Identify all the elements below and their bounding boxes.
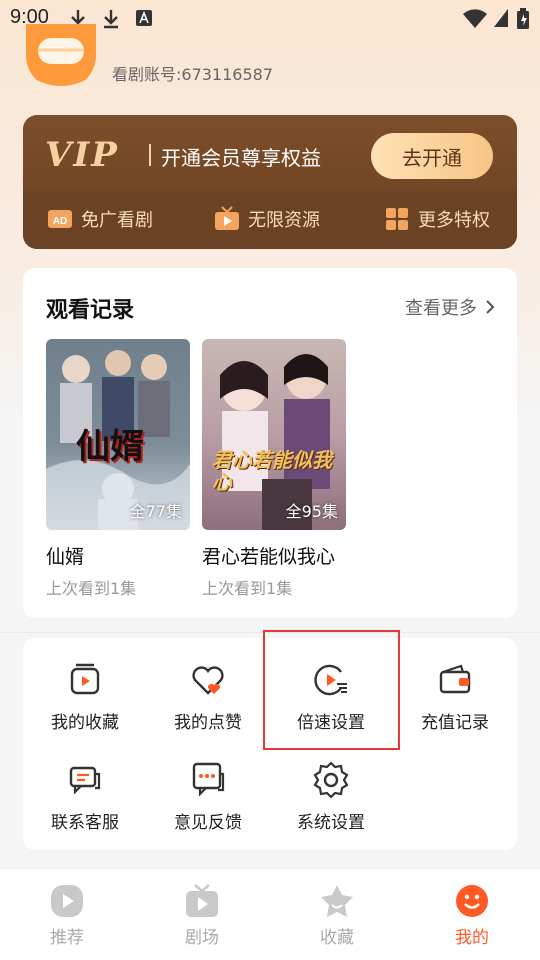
drama-poster[interactable]: 仙婿 全77集	[46, 339, 190, 530]
menu-label: 我的点赞	[174, 713, 242, 733]
star-icon	[321, 885, 353, 917]
favorites-icon	[70, 663, 100, 695]
nav-label: 我的	[455, 928, 489, 948]
nav-label: 收藏	[320, 928, 354, 948]
chevron-right-icon	[486, 300, 495, 314]
history-title: 观看记录	[46, 298, 135, 323]
menu-label: 系统设置	[297, 813, 365, 833]
tv-play-icon	[214, 206, 240, 232]
vip-perk-label: 免广看剧	[81, 210, 153, 231]
vip-perk-unlimited[interactable]: 无限资源	[214, 205, 320, 233]
history-more-link[interactable]: 查看更多	[405, 294, 495, 320]
menu-label: 意见反馈	[174, 813, 242, 833]
menu-customer-service[interactable]: 联系客服	[30, 760, 140, 833]
bottom-navigation: 推荐 剧场 收藏 我的	[0, 868, 540, 960]
avatar[interactable]	[26, 24, 96, 90]
episode-count: 全77集	[129, 502, 182, 521]
nav-label: 推荐	[50, 928, 84, 948]
svg-text:AD: AD	[53, 216, 67, 227]
drama-title: 仙婿	[46, 546, 85, 568]
vip-perk-ad-free[interactable]: AD 免广看剧	[47, 205, 153, 233]
menu-likes[interactable]: 我的点赞	[153, 660, 263, 733]
tv-icon	[186, 884, 218, 917]
vip-divider	[149, 144, 151, 166]
menu-feedback[interactable]: 意见反馈	[153, 760, 263, 833]
drama-progress: 上次看到1集	[46, 579, 137, 598]
signal-icon	[494, 9, 508, 27]
menu-favorites[interactable]: 我的收藏	[30, 660, 140, 733]
nav-tab-favorites[interactable]: 收藏	[292, 883, 382, 948]
drama-title: 君心若能似我心	[202, 546, 336, 568]
vip-logo: VIP	[45, 135, 119, 175]
account-id: 看剧账号:673116587	[112, 65, 274, 84]
drama-poster[interactable]: 君心若能似我心 全95集	[202, 339, 346, 530]
ad-free-icon: AD	[47, 206, 73, 232]
nav-label: 剧场	[185, 928, 219, 948]
smiley-icon	[456, 885, 488, 917]
settings-gear-icon	[313, 761, 349, 799]
grid-icon	[384, 206, 410, 232]
feedback-icon	[192, 762, 225, 797]
menu-label: 我的收藏	[51, 713, 119, 733]
play-circle-icon	[51, 885, 83, 917]
watch-history-card: 观看记录 查看更多 仙婿 全77集 仙婿 上次看到1集 君心若能似我心 全95集…	[23, 268, 517, 618]
vip-perk-label: 更多特权	[418, 210, 490, 231]
wifi-icon	[463, 9, 487, 28]
likes-icon	[192, 666, 224, 695]
menu-label: 联系客服	[51, 813, 119, 833]
highlight-annotation-box	[263, 630, 400, 750]
font-a-icon	[136, 10, 152, 26]
download-icon	[104, 10, 118, 29]
vip-header: VIP 开通会员尊享权益 去开通	[23, 115, 517, 191]
menu-system-settings[interactable]: 系统设置	[276, 760, 386, 833]
avatar-image-icon	[26, 24, 96, 86]
history-item[interactable]: 仙婿 全77集 仙婿 上次看到1集	[46, 339, 190, 599]
customer-service-icon	[69, 766, 101, 795]
vip-perk-more[interactable]: 更多特权	[384, 205, 490, 233]
drama-progress: 上次看到1集	[202, 579, 293, 598]
wallet-icon	[439, 664, 471, 694]
menu-recharge-records[interactable]: 充值记录	[400, 660, 510, 733]
episode-count: 全95集	[285, 502, 338, 521]
history-item[interactable]: 君心若能似我心 全95集 君心若能似我心 上次看到1集	[202, 339, 346, 599]
poster-title-art: 仙婿	[76, 427, 144, 467]
nav-tab-theater[interactable]: 剧场	[157, 883, 247, 948]
vip-card[interactable]: VIP 开通会员尊享权益 去开通 AD 免广看剧 无限资源 更多特权	[23, 115, 517, 249]
menu-label: 充值记录	[421, 713, 489, 733]
vip-open-button[interactable]: 去开通	[371, 133, 493, 179]
battery-icon	[517, 8, 529, 29]
nav-tab-recommend[interactable]: 推荐	[22, 883, 112, 948]
poster-title-art: 君心若能似我心	[212, 448, 332, 494]
nav-tab-mine[interactable]: 我的	[427, 883, 517, 948]
vip-slogan: 开通会员尊享权益	[161, 146, 321, 170]
vip-perk-label: 无限资源	[248, 210, 320, 231]
history-more-label: 查看更多	[405, 298, 477, 319]
